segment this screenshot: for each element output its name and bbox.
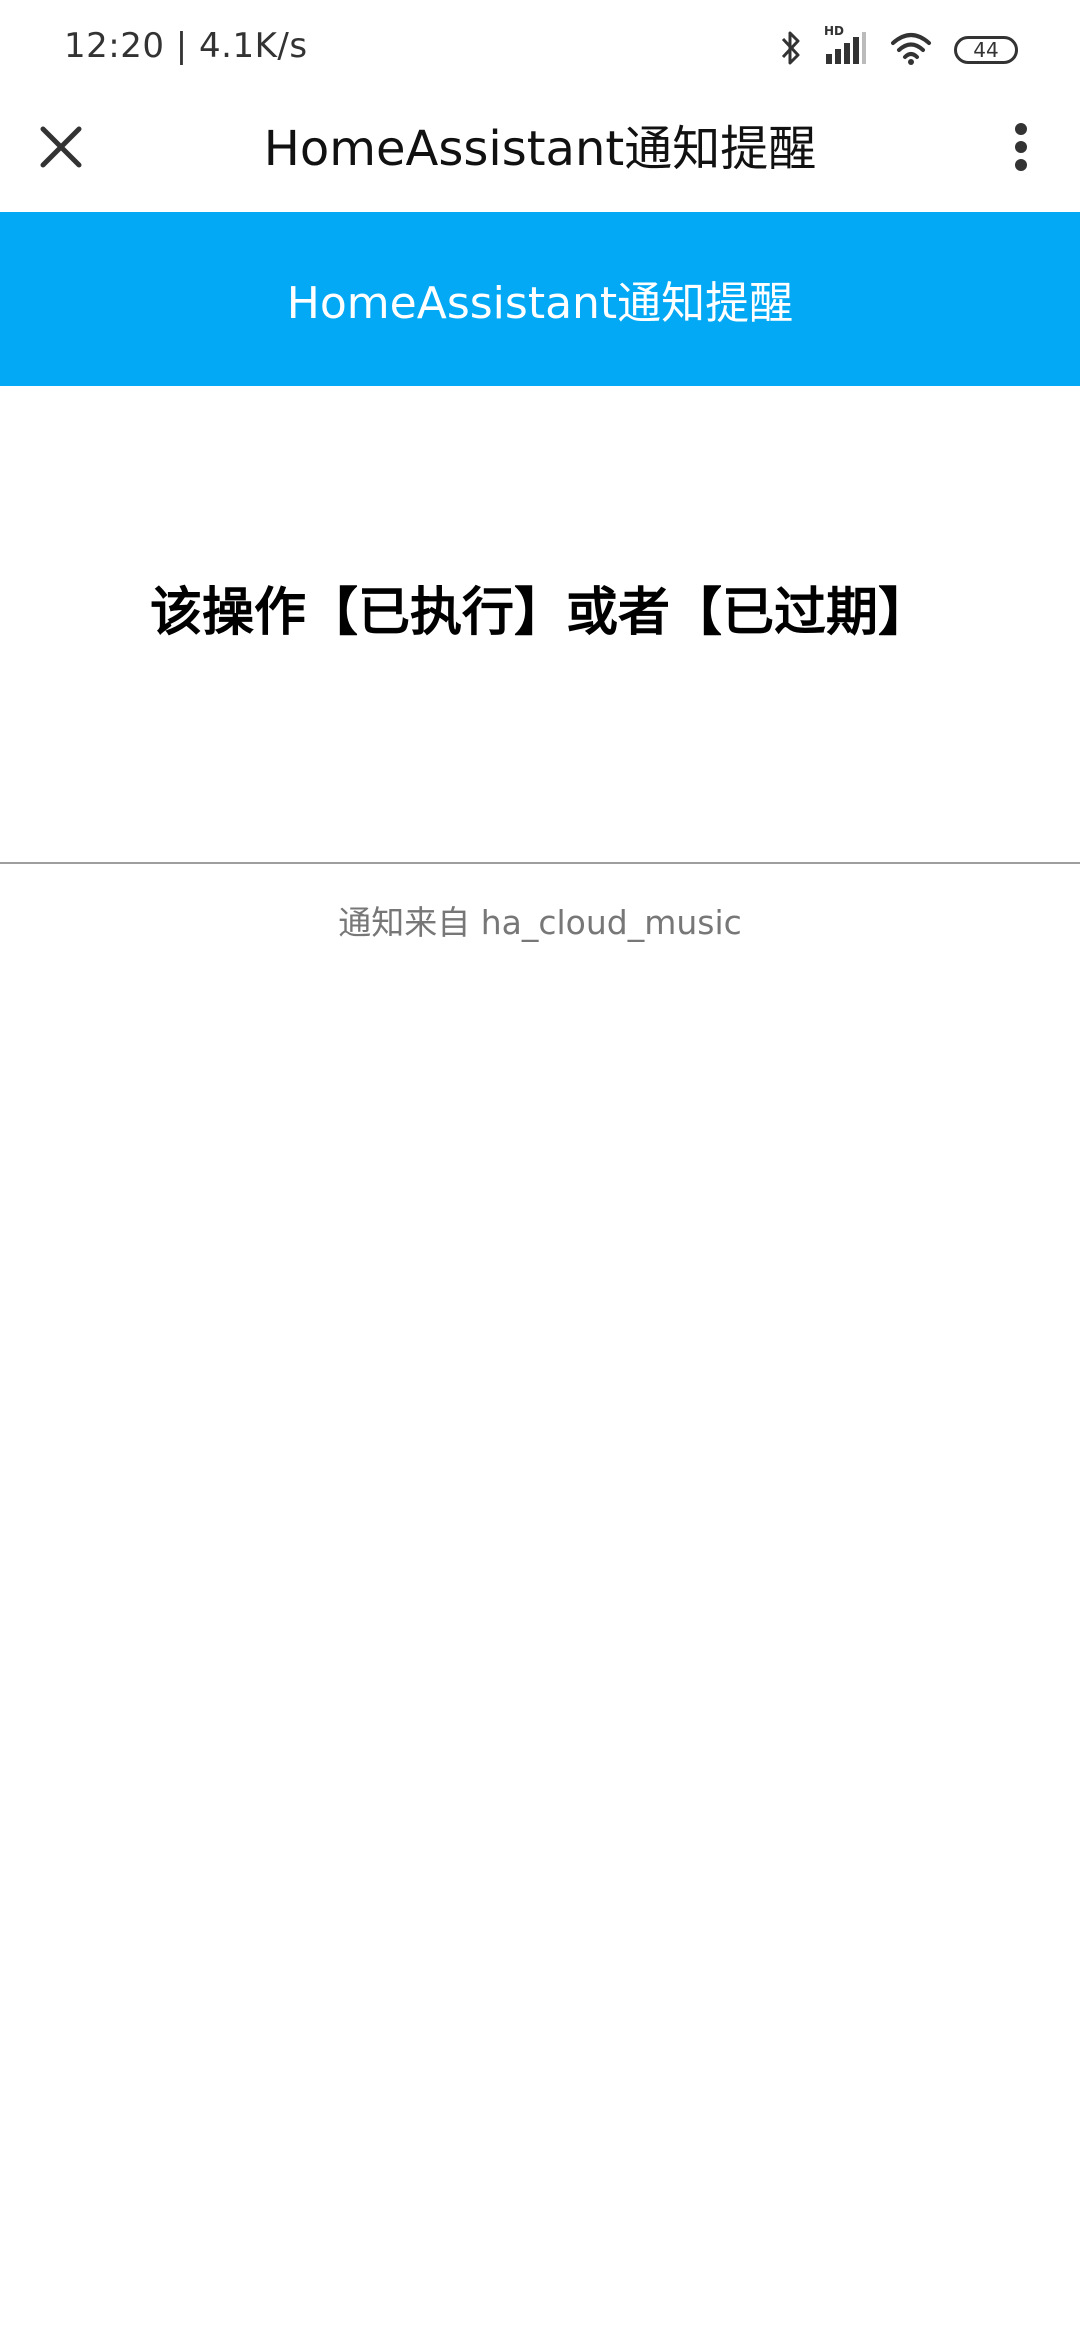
battery-level: 44 — [973, 38, 999, 62]
signal-icon: HD — [824, 24, 868, 70]
divider — [0, 862, 1080, 864]
network-badge: HD — [824, 24, 845, 38]
close-icon — [39, 125, 83, 173]
more-vertical-icon — [1014, 122, 1028, 176]
close-button[interactable] — [28, 116, 94, 182]
title-bar: HomeAssistant通知提醒 — [0, 100, 1080, 212]
status-icons: HD 44 — [780, 24, 1018, 72]
source-note: 通知来自 ha_cloud_music — [338, 903, 742, 942]
page-title: HomeAssistant通知提醒 — [263, 121, 817, 177]
wifi-icon — [890, 31, 932, 69]
status-bar: 12:20 | 4.1K/s HD 44 — [0, 0, 1080, 100]
more-options-button[interactable] — [988, 116, 1054, 182]
status-message: 该操作【已执行】或者【已过期】 — [149, 583, 930, 643]
status-time: 12:20 | 4.1K/s — [64, 26, 308, 66]
battery-icon: 44 — [954, 36, 1018, 64]
banner-title: HomeAssistant通知提醒 — [286, 278, 794, 329]
bluetooth-icon — [780, 30, 802, 70]
header-banner: HomeAssistant通知提醒 — [0, 212, 1080, 386]
